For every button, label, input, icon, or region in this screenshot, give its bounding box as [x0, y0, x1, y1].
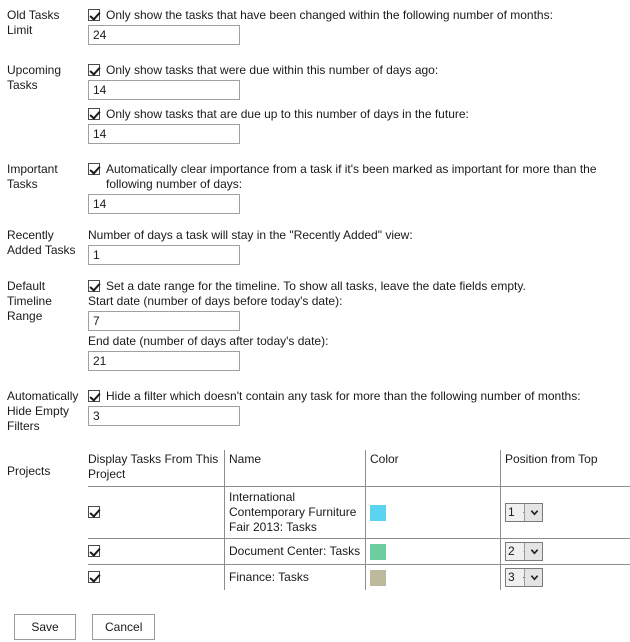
- important-tasks-checkbox-label: Automatically clear importance from a ta…: [106, 162, 597, 191]
- project-display-cell: [88, 538, 225, 565]
- upcoming-tasks-future-checkbox-row[interactable]: Only show tasks that are due up to this …: [88, 107, 630, 122]
- section-label-upcoming-tasks: Upcoming Tasks: [7, 63, 62, 92]
- project-position-cell: 123: [500, 486, 630, 539]
- section-content-auto-hide-empty-filters: Hide a filter which doesn't contain any …: [88, 389, 630, 426]
- section-default-timeline-range: Default Timeline Range Set a date range …: [0, 279, 630, 371]
- auto-hide-filters-checkbox[interactable]: [88, 390, 100, 402]
- settings-form: Old Tasks Limit Only show the tasks that…: [0, 0, 630, 640]
- section-label-recently-added-tasks: Recently Added Tasks: [7, 228, 76, 257]
- project-color-cell: [365, 486, 501, 539]
- save-button[interactable]: Save: [14, 614, 76, 640]
- project-name-cell: Document Center: Tasks: [224, 538, 366, 565]
- project-display-checkbox[interactable]: [88, 571, 100, 583]
- section-upcoming-tasks: Upcoming Tasks Only show tasks that were…: [0, 63, 630, 144]
- recently-added-tasks-days-input[interactable]: [88, 245, 240, 265]
- color-swatch: [370, 569, 386, 586]
- section-content-important-tasks: Automatically clear importance from a ta…: [88, 162, 630, 214]
- project-name-cell: Finance: Tasks: [224, 564, 366, 590]
- upcoming-tasks-future-checkbox-label: Only show tasks that are due up to this …: [106, 107, 469, 121]
- section-recently-added-tasks: Recently Added Tasks Number of days a ta…: [0, 228, 630, 265]
- section-label-important-tasks: Important Tasks: [7, 162, 58, 191]
- auto-hide-filters-checkbox-row[interactable]: Hide a filter which doesn't contain any …: [88, 389, 630, 404]
- section-projects: Projects Display Tasks From This Project…: [0, 450, 630, 590]
- projects-header-color: Color: [365, 450, 501, 487]
- position-select-wrap[interactable]: 123: [505, 542, 543, 561]
- important-tasks-checkbox[interactable]: [88, 163, 100, 175]
- table-row: Finance: Tasks 123: [88, 564, 630, 591]
- position-select-wrap[interactable]: 123: [505, 568, 543, 587]
- upcoming-tasks-days-future-input[interactable]: [88, 124, 240, 144]
- section-important-tasks: Important Tasks Automatically clear impo…: [0, 162, 630, 214]
- section-label-auto-hide-empty-filters: Automatically Hide Empty Filters: [7, 389, 79, 433]
- timeline-range-checkbox[interactable]: [88, 280, 100, 292]
- projects-table: Display Tasks From This Project Name Col…: [88, 450, 630, 590]
- project-color-cell: [365, 564, 501, 590]
- important-tasks-checkbox-row[interactable]: Automatically clear importance from a ta…: [88, 162, 630, 192]
- auto-hide-filters-months-input[interactable]: [88, 406, 240, 426]
- timeline-start-date-input[interactable]: [88, 311, 240, 331]
- project-position-cell: 123: [500, 538, 630, 565]
- important-tasks-days-input[interactable]: [88, 194, 240, 214]
- color-swatch: [370, 543, 386, 560]
- old-tasks-limit-months-input[interactable]: [88, 25, 240, 45]
- timeline-range-checkbox-label: Set a date range for the timeline. To sh…: [106, 279, 526, 293]
- section-label-default-timeline-range: Default Timeline Range: [7, 279, 52, 323]
- project-display-checkbox[interactable]: [88, 506, 100, 518]
- position-select-wrap[interactable]: 123: [505, 503, 543, 522]
- upcoming-tasks-future-checkbox[interactable]: [88, 108, 100, 120]
- project-display-cell: [88, 486, 225, 539]
- cancel-button[interactable]: Cancel: [92, 614, 156, 640]
- section-label-old-tasks-limit: Old Tasks Limit: [7, 8, 60, 37]
- project-position-select[interactable]: 123: [505, 568, 543, 587]
- timeline-start-date-caption: Start date (number of days before today'…: [88, 294, 343, 308]
- upcoming-tasks-past-checkbox[interactable]: [88, 64, 100, 76]
- projects-header-display: Display Tasks From This Project: [88, 450, 225, 487]
- section-content-upcoming-tasks: Only show tasks that were due within thi…: [88, 63, 630, 144]
- table-row: International Contemporary Furniture Fai…: [88, 486, 630, 539]
- projects-header-position: Position from Top: [500, 450, 630, 487]
- old-tasks-limit-checkbox[interactable]: [88, 9, 100, 21]
- timeline-end-date-caption: End date (number of days after today's d…: [88, 334, 329, 348]
- old-tasks-limit-checkbox-row[interactable]: Only show the tasks that have been chang…: [88, 8, 630, 23]
- upcoming-tasks-past-checkbox-row[interactable]: Only show tasks that were due within thi…: [88, 63, 630, 78]
- section-auto-hide-empty-filters: Automatically Hide Empty Filters Hide a …: [0, 389, 630, 434]
- section-content-default-timeline-range: Set a date range for the timeline. To sh…: [88, 279, 630, 371]
- color-swatch: [370, 504, 386, 521]
- project-position-cell: 123: [500, 564, 630, 590]
- project-position-select[interactable]: 123: [505, 503, 543, 522]
- section-label-projects: Projects: [7, 464, 51, 478]
- project-color-cell: [365, 538, 501, 565]
- project-position-select[interactable]: 123: [505, 542, 543, 561]
- projects-header-name: Name: [224, 450, 366, 487]
- section-old-tasks-limit: Old Tasks Limit Only show the tasks that…: [0, 8, 630, 45]
- timeline-end-date-input[interactable]: [88, 351, 240, 371]
- table-row: Document Center: Tasks 123: [88, 538, 630, 565]
- upcoming-tasks-past-checkbox-label: Only show tasks that were due within thi…: [106, 63, 439, 77]
- upcoming-tasks-days-ago-input[interactable]: [88, 80, 240, 100]
- section-content-recently-added-tasks: Number of days a task will stay in the "…: [88, 228, 630, 265]
- projects-table-header-row: Display Tasks From This Project Name Col…: [88, 450, 630, 487]
- auto-hide-filters-checkbox-label: Hide a filter which doesn't contain any …: [106, 389, 581, 403]
- project-name-cell: International Contemporary Furniture Fai…: [224, 486, 366, 539]
- project-display-checkbox[interactable]: [88, 545, 100, 557]
- project-display-cell: [88, 565, 225, 591]
- recently-added-tasks-caption: Number of days a task will stay in the "…: [88, 228, 413, 242]
- projects-table-body: International Contemporary Furniture Fai…: [88, 486, 630, 591]
- timeline-range-checkbox-row[interactable]: Set a date range for the timeline. To sh…: [88, 279, 630, 294]
- old-tasks-limit-checkbox-label: Only show the tasks that have been chang…: [106, 8, 553, 22]
- section-content-projects: Display Tasks From This Project Name Col…: [88, 450, 630, 590]
- form-actions: Save Cancel: [0, 590, 630, 640]
- section-content-old-tasks-limit: Only show the tasks that have been chang…: [88, 8, 630, 45]
